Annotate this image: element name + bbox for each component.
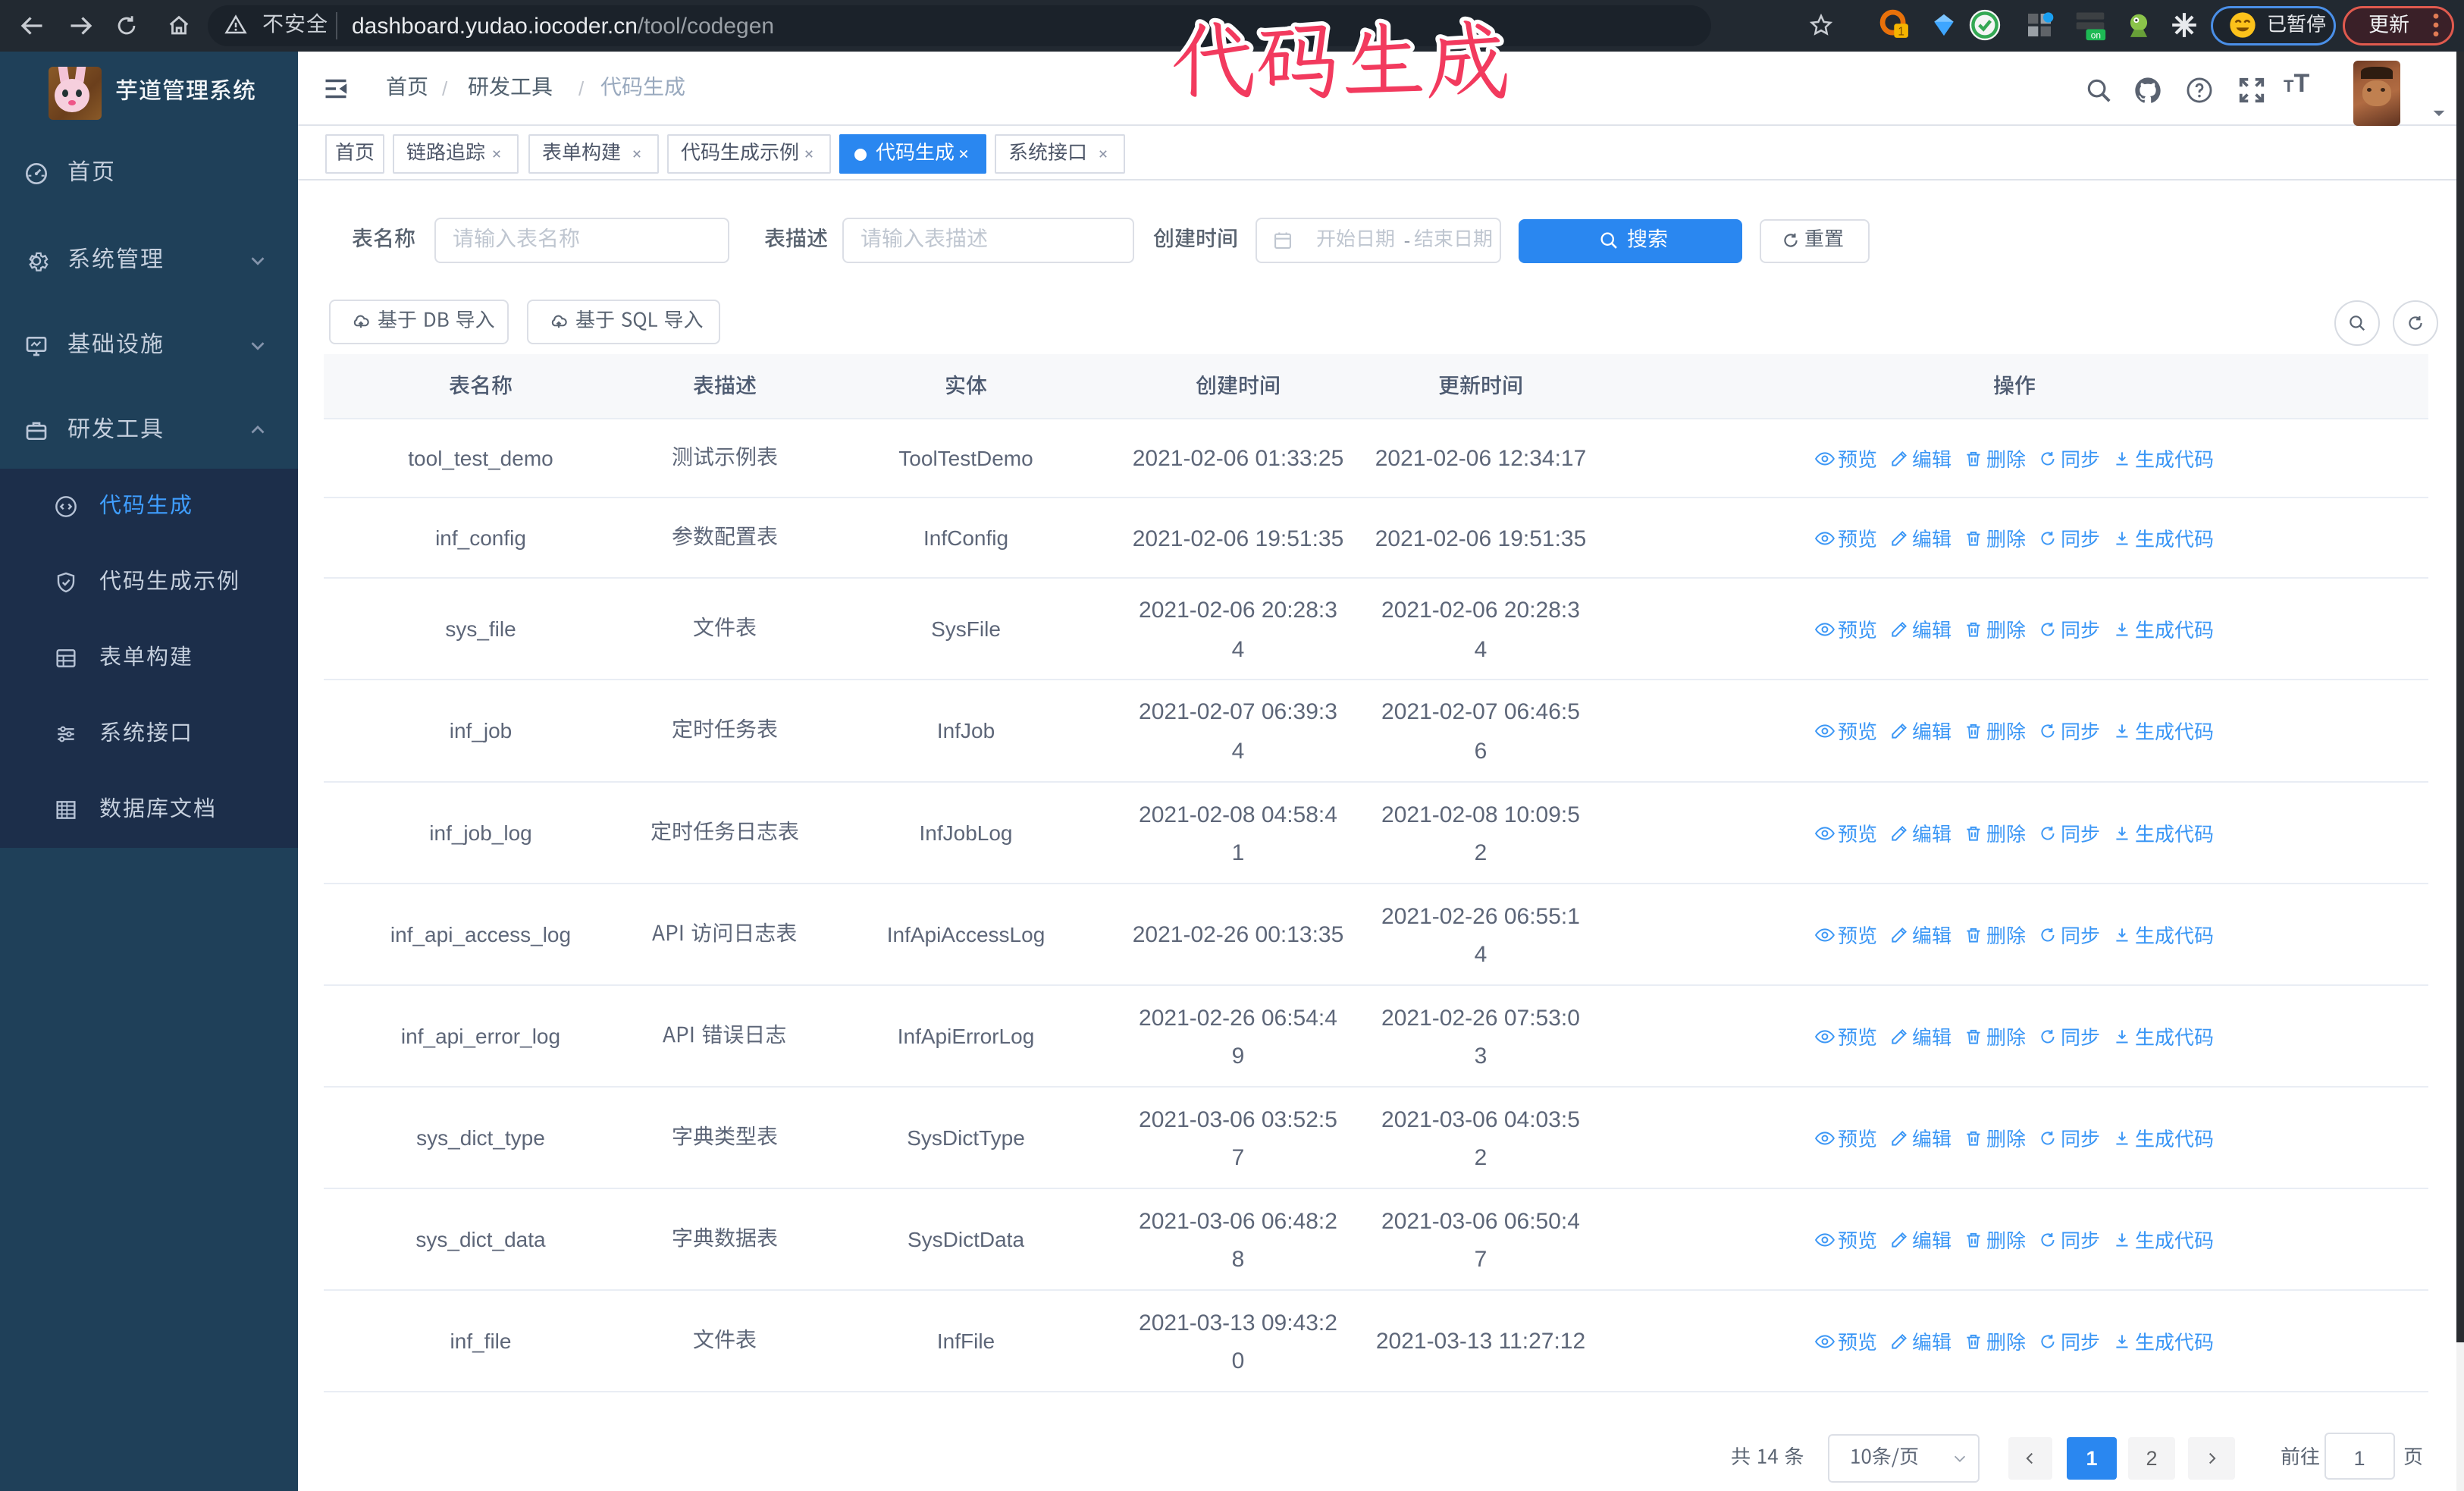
svg-text:on: on [2091,30,2101,40]
svg-text:1: 1 [1898,26,1904,39]
